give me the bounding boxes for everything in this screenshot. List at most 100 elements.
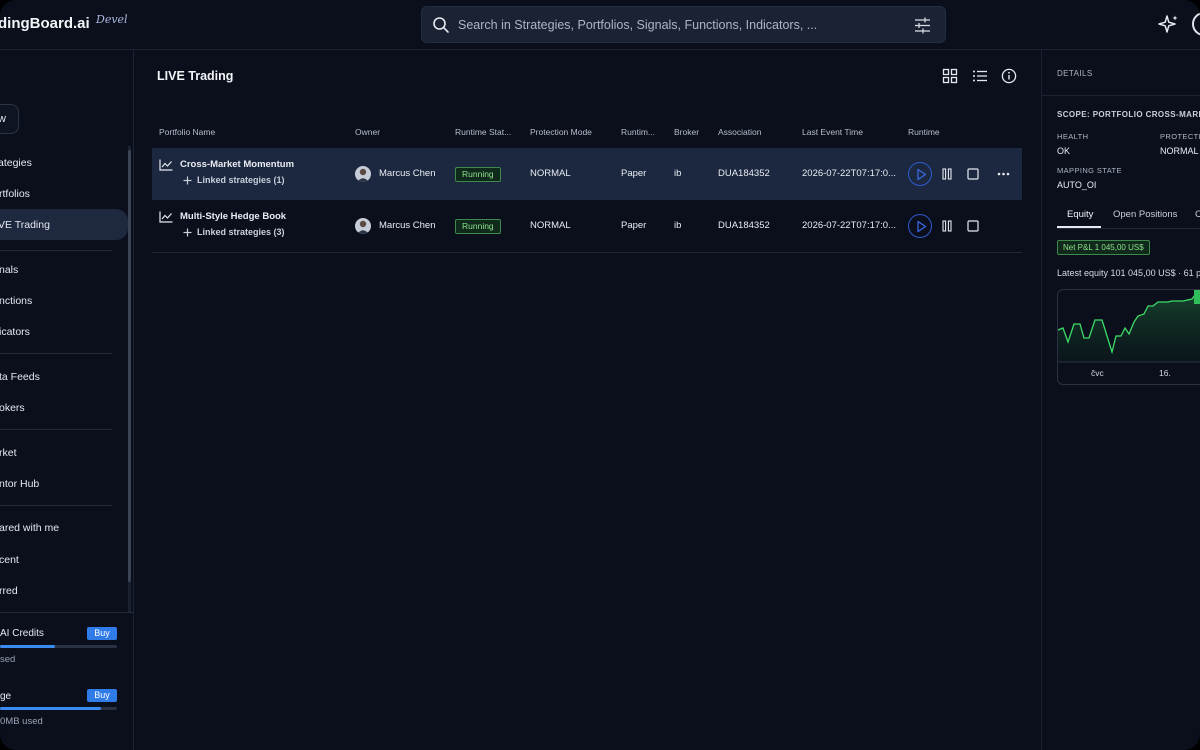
net-pnl-badge: Net P&L 1 045,00 US$	[1057, 240, 1150, 255]
new-button[interactable]: w	[0, 104, 19, 134]
start-button[interactable]	[908, 214, 932, 238]
column-header[interactable]: Owner	[355, 127, 380, 137]
left-sidebar: w ategies rtfolios VE Trading nals nctio…	[0, 50, 134, 750]
environment-badge: Devel	[96, 13, 128, 26]
association: DUA184352	[718, 220, 770, 231]
sidebar-item-live-trading[interactable]: VE Trading	[0, 209, 128, 240]
user-avatar[interactable]	[1192, 12, 1200, 36]
sidebar-item-label: rred	[0, 585, 18, 597]
owner-name: Marcus Chen	[379, 220, 436, 231]
pause-icon[interactable]	[942, 168, 952, 180]
info-icon[interactable]	[1001, 68, 1017, 84]
sidebar-item-label: icators	[0, 326, 30, 338]
sidebar-item-label: VE Trading	[0, 219, 50, 231]
column-header[interactable]: Broker	[674, 127, 699, 137]
sidebar-divider	[0, 505, 112, 506]
storage-usage: 0MB used	[0, 716, 43, 727]
column-header[interactable]: Last Event Time	[802, 127, 863, 137]
stop-icon[interactable]	[967, 220, 979, 232]
column-header[interactable]: Association	[718, 127, 761, 137]
top-bar: dingBoard.ai Devel	[0, 0, 1200, 50]
list-view-icon[interactable]	[972, 68, 988, 84]
details-scope: SCOPE: PORTFOLIO CROSS-MARKET	[1057, 110, 1200, 119]
tab-open-positions[interactable]: Open Positions	[1113, 209, 1177, 220]
plus-icon[interactable]	[183, 228, 192, 237]
table-row[interactable]: Cross-Market Momentum Linked strategies …	[152, 148, 1022, 200]
pause-icon[interactable]	[942, 220, 952, 232]
status-badge: Running	[455, 167, 501, 182]
storage-bar	[0, 707, 117, 710]
linked-strategies-link[interactable]: Linked strategies (1)	[197, 175, 285, 185]
association: DUA184352	[718, 168, 770, 179]
storage-label: ge	[0, 691, 12, 702]
runtime-mode: Paper	[621, 168, 647, 179]
last-event-time: 2026-07-22T07:17:0...	[802, 168, 897, 179]
global-search[interactable]	[421, 6, 946, 43]
play-icon	[917, 168, 927, 181]
buy-storage-button[interactable]: Buy	[87, 689, 117, 702]
ai-credits-bar-fill	[0, 645, 55, 648]
owner-name: Marcus Chen	[379, 168, 436, 179]
portfolio-chart-icon	[159, 159, 173, 171]
broker: ib	[674, 168, 682, 179]
table-row[interactable]: Multi-Style Hedge Book Linked strategies…	[152, 200, 1022, 252]
search-input[interactable]	[458, 15, 898, 35]
chart-x-label: čvc	[1091, 368, 1104, 378]
protection-mode: NORMAL	[530, 168, 571, 179]
grid-view-icon[interactable]	[942, 68, 958, 84]
health-label: HEALTH	[1057, 132, 1089, 141]
mapping-state-label: MAPPING STATE	[1057, 166, 1122, 175]
ai-credits-label: AI Credits	[0, 628, 44, 639]
storage-bar-fill	[0, 707, 101, 710]
app-window: dingBoard.ai Devel w a	[0, 0, 1200, 750]
tab-equity[interactable]: Equity	[1067, 209, 1093, 220]
protection-value: NORMAL	[1160, 146, 1199, 156]
health-value: OK	[1057, 146, 1071, 156]
portfolio-chart-icon	[159, 211, 173, 223]
active-tab-indicator	[1057, 226, 1101, 228]
column-header[interactable]: Portfolio Name	[159, 127, 215, 137]
last-event-time: 2026-07-22T07:17:0...	[802, 220, 897, 231]
tab-closed[interactable]: C	[1195, 209, 1200, 220]
sidebar-item-label: ategies	[0, 157, 32, 169]
brand-logo[interactable]: dingBoard.ai	[0, 15, 90, 32]
stop-icon[interactable]	[967, 168, 979, 180]
portfolio-name[interactable]: Cross-Market Momentum	[180, 159, 294, 170]
sidebar-item-label: ntor Hub	[0, 478, 40, 490]
tabs-baseline	[1057, 228, 1200, 229]
start-button[interactable]	[908, 162, 932, 186]
buy-credits-button[interactable]: Buy	[87, 627, 117, 640]
column-header[interactable]: Runtime Stat...	[455, 127, 511, 137]
column-header[interactable]: Runtime	[908, 127, 940, 137]
equity-chart: čvc 16.	[1057, 289, 1200, 385]
more-options-icon[interactable]	[997, 172, 1010, 176]
status-badge: Running	[455, 219, 501, 234]
details-divider	[1042, 95, 1200, 96]
protection-mode: NORMAL	[530, 220, 571, 231]
page-title: LIVE Trading	[157, 69, 234, 83]
column-header[interactable]: Protection Mode	[530, 127, 592, 137]
equity-sparkline	[1058, 290, 1200, 363]
mapping-state-value: AUTO_OI	[1057, 180, 1097, 190]
ai-sparkle-icon[interactable]	[1158, 14, 1180, 36]
details-title: DETAILS	[1057, 69, 1093, 78]
plus-icon[interactable]	[183, 176, 192, 185]
sidebar-divider	[0, 353, 112, 354]
search-icon	[433, 17, 449, 33]
sidebar-item-label: ared with me	[0, 522, 60, 534]
sidebar-item-label: nctions	[0, 295, 33, 307]
chart-x-label: 16.	[1159, 368, 1171, 378]
filter-sliders-icon[interactable]	[914, 17, 931, 34]
sidebar-divider	[0, 429, 112, 430]
portfolio-name[interactable]: Multi-Style Hedge Book	[180, 211, 286, 222]
sidebar-scrollbar-thumb[interactable]	[128, 150, 131, 582]
sidebar-item-label: cent	[0, 554, 19, 566]
details-panel: DETAILS SCOPE: PORTFOLIO CROSS-MARKET HE…	[1041, 50, 1200, 750]
linked-strategies-link[interactable]: Linked strategies (3)	[197, 227, 285, 237]
column-header[interactable]: Runtim...	[621, 127, 655, 137]
protection-label: PROTECTIO	[1160, 132, 1200, 141]
latest-equity-text: Latest equity 101 045,00 US$ · 61 pc	[1057, 268, 1200, 278]
table-header: Portfolio Name Owner Runtime Stat... Pro…	[152, 124, 1022, 140]
ai-credits-usage: sed	[0, 654, 16, 665]
sidebar-divider	[0, 250, 112, 251]
